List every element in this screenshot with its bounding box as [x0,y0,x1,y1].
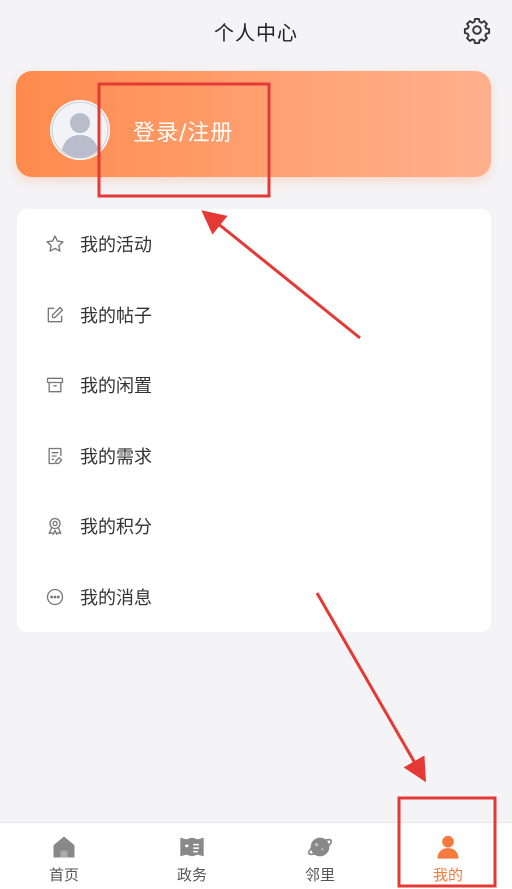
menu-item-messages[interactable]: 我的消息 [17,562,491,633]
box-icon [44,374,66,396]
tab-label: 政务 [176,866,207,884]
menu-item-label: 我的积分 [80,517,152,539]
menu-item-label: 我的消息 [80,587,152,609]
bottom-tab-bar: 首页 政务 邻里 我的 [0,822,512,889]
menu-item-posts[interactable]: 我的帖子 [17,280,491,351]
tab-home[interactable]: 首页 [0,823,128,889]
page-title: 个人中心 [214,20,298,45]
login-card[interactable]: 登录/注册 [16,71,491,177]
tab-neighbors[interactable]: 邻里 [256,823,384,889]
tab-mine[interactable]: 我的 [384,823,512,889]
top-bar: 个人中心 [0,0,512,62]
menu-item-label: 我的帖子 [80,305,152,327]
avatar [50,100,110,160]
menu-list: 我的活动 我的帖子 我的闲置 我的需求 我的积分 我的消息 [17,209,491,632]
menu-item-demands[interactable]: 我的需求 [17,421,491,492]
login-register-link[interactable]: 登录/注册 [133,115,233,147]
star-icon [44,233,66,255]
tab-label: 我的 [432,866,463,884]
settings-button[interactable] [462,15,492,45]
menu-item-points[interactable]: 我的积分 [17,491,491,562]
tab-label: 首页 [48,866,79,884]
document-icon [44,445,66,467]
menu-item-label: 我的需求 [80,446,152,468]
person-icon [434,833,462,861]
edit-icon [44,304,66,326]
gear-icon [463,17,491,44]
medal-icon [44,515,66,537]
user-avatar-icon [51,101,109,159]
menu-item-activities[interactable]: 我的活动 [17,209,491,280]
tab-label: 邻里 [304,866,335,884]
tab-government[interactable]: 政务 [128,823,256,889]
chat-icon [44,586,66,608]
menu-item-idle-items[interactable]: 我的闲置 [17,350,491,421]
menu-item-label: 我的闲置 [80,376,152,398]
menu-item-label: 我的活动 [80,235,152,257]
planet-icon [306,833,334,861]
news-icon [178,833,206,861]
home-icon [50,833,78,861]
